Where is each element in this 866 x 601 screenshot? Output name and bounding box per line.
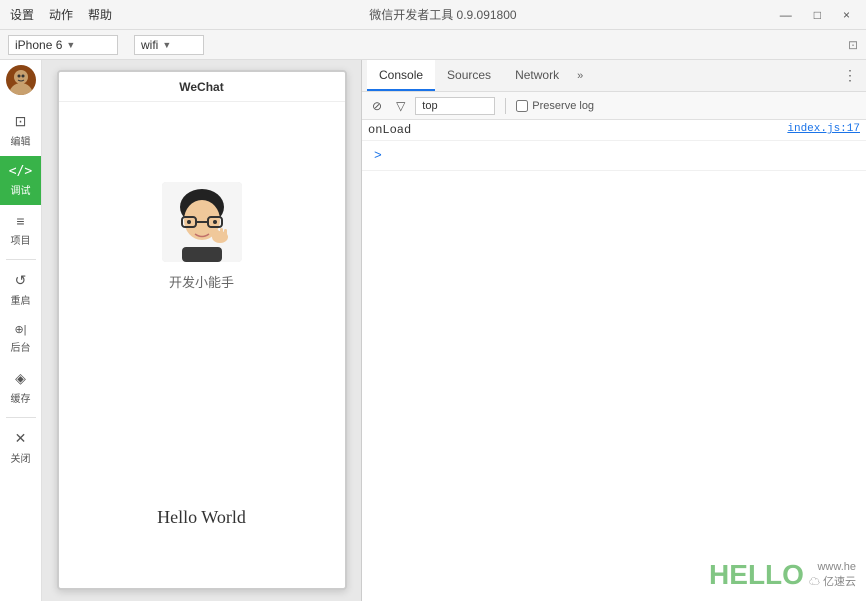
devtools-panel: Console Sources Network » ⋮ ⊘ ▽ Preserve…: [362, 60, 866, 601]
preserve-log-toggle[interactable]: Preserve log: [516, 100, 594, 112]
devtools-content: onLoad index.js:17 >: [362, 120, 866, 601]
sidebar-item-close[interactable]: ✕ 关闭: [0, 422, 41, 473]
sidebar-item-debug[interactable]: </> 调试: [0, 156, 41, 205]
avatar: [6, 65, 36, 95]
main-layout: ⊡ 编辑 </> 调试 ≡ 项目 ↺ 重启 ⊕| 后台 ◈ 缓存 ✕ 关闭: [0, 60, 866, 601]
title-bar: 设置 动作 帮助 微信开发者工具 0.9.091800 — □ ×: [0, 0, 866, 30]
editor-label: 编辑: [11, 133, 31, 148]
console-text-0: onLoad: [368, 123, 411, 137]
backend-label: 后台: [11, 339, 31, 354]
sidebar-divider-1: [6, 259, 36, 260]
menu-action[interactable]: 动作: [49, 6, 73, 23]
sidebar-item-cache[interactable]: ◈ 缓存: [0, 362, 41, 413]
watermark: HELLO www.he ☁ 亿速云: [709, 559, 856, 591]
tab-more[interactable]: »: [571, 60, 589, 91]
clear-console-button[interactable]: ⊘: [368, 97, 386, 115]
console-prompt-row: >: [362, 141, 866, 171]
maximize-button[interactable]: □: [808, 6, 827, 24]
watermark-logo: www.he ☁ 亿速云: [809, 561, 856, 589]
debug-label: 调试: [11, 182, 31, 197]
restart-label: 重启: [11, 292, 31, 307]
sidebar-item-backend[interactable]: ⊕| 后台: [0, 315, 41, 362]
cloud-icon: ☁: [809, 576, 820, 588]
cache-label: 缓存: [11, 390, 31, 405]
cache-icon: ◈: [15, 370, 26, 387]
phone-frame: WeChat: [57, 70, 347, 590]
preserve-log-label: Preserve log: [532, 100, 594, 112]
devtools-kebab-icon[interactable]: ⋮: [839, 67, 861, 84]
network-chevron-icon: ▼: [162, 40, 171, 50]
close-label: 关闭: [11, 450, 31, 465]
tab-network[interactable]: Network: [503, 60, 571, 91]
console-prompt-icon: >: [368, 144, 388, 167]
console-entry-0: onLoad index.js:17: [362, 120, 866, 141]
network-selector[interactable]: wifi ▼: [134, 35, 204, 55]
simulator-area: WeChat: [42, 60, 362, 601]
toolbar-separator: [505, 98, 506, 114]
sidebar-item-editor[interactable]: ⊡ 编辑: [0, 105, 41, 156]
menu-bar: 设置 动作 帮助: [10, 6, 112, 23]
console-entry-left: onLoad: [368, 123, 411, 137]
network-label: wifi: [141, 38, 158, 52]
filter-icon: ▽: [392, 97, 409, 115]
menu-help[interactable]: 帮助: [88, 6, 112, 23]
device-label: iPhone 6: [15, 38, 62, 52]
devtools-menu: ⋮: [839, 60, 861, 91]
device-chevron-icon: ▼: [66, 40, 75, 50]
minimize-button[interactable]: —: [774, 6, 798, 24]
sidebar-item-restart[interactable]: ↺ 重启: [0, 264, 41, 315]
sidebar: ⊡ 编辑 </> 调试 ≡ 项目 ↺ 重启 ⊕| 后台 ◈ 缓存 ✕ 关闭: [0, 60, 42, 601]
project-icon: ≡: [16, 213, 24, 229]
watermark-site: www.he: [809, 561, 856, 573]
editor-icon: ⊡: [15, 113, 27, 130]
project-label: 项目: [11, 232, 31, 247]
device-selector[interactable]: iPhone 6 ▼: [8, 35, 118, 55]
console-source-0[interactable]: index.js:17: [787, 123, 860, 135]
phone-avatar: [162, 182, 242, 262]
filter-input[interactable]: [415, 97, 495, 115]
phone-avatar-area: 开发小能手: [162, 182, 242, 291]
sidebar-item-project[interactable]: ≡ 项目: [0, 205, 41, 255]
devtools-toolbar: ⊘ ▽ Preserve log: [362, 92, 866, 120]
devtools-tabs: Console Sources Network » ⋮: [362, 60, 866, 92]
device-toolbar: iPhone 6 ▼ wifi ▼ ⊡: [0, 30, 866, 60]
phone-hello-text: Hello World: [157, 507, 246, 528]
debug-icon: </>: [9, 164, 32, 179]
close-button[interactable]: ×: [837, 6, 856, 24]
simulator-icon[interactable]: ⊡: [848, 38, 858, 52]
close-sidebar-icon: ✕: [15, 430, 27, 447]
tab-console[interactable]: Console: [367, 60, 435, 91]
window-title: 微信开发者工具 0.9.091800: [112, 6, 774, 23]
menu-settings[interactable]: 设置: [10, 6, 34, 23]
sidebar-divider-2: [6, 417, 36, 418]
preserve-log-checkbox[interactable]: [516, 100, 528, 112]
app-title: WeChat: [179, 80, 223, 94]
restart-icon: ↺: [15, 272, 27, 289]
phone-username: 开发小能手: [169, 272, 234, 291]
tab-sources[interactable]: Sources: [435, 60, 503, 91]
phone-status-bar: WeChat: [59, 72, 345, 102]
watermark-hello-text: HELLO: [709, 559, 804, 591]
backend-icon: ⊕|: [14, 323, 26, 336]
window-controls: — □ ×: [774, 6, 856, 24]
phone-content: 开发小能手 Hello World: [59, 102, 345, 588]
watermark-brand: ☁ 亿速云: [809, 573, 856, 589]
